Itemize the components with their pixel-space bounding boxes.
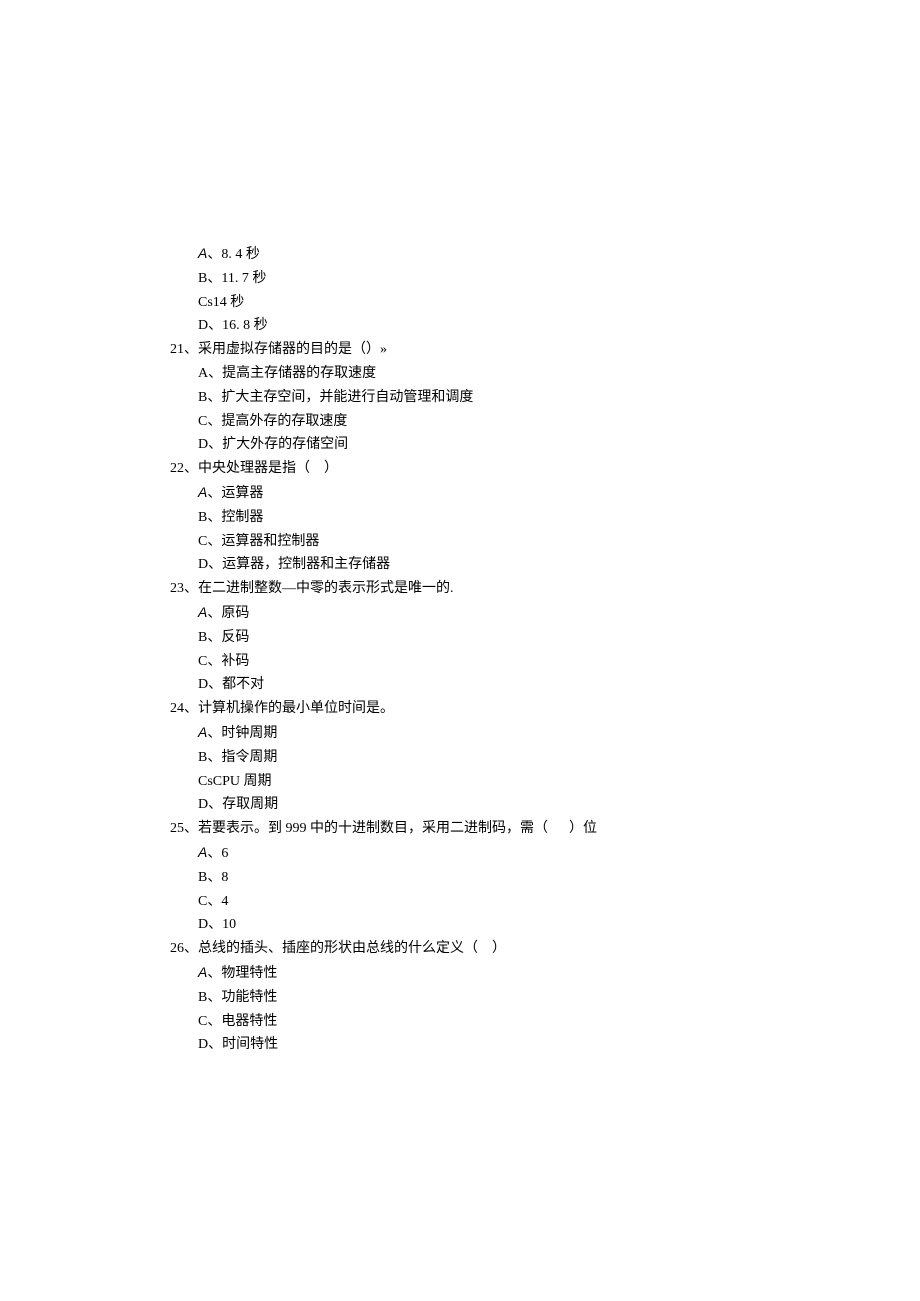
option-line: B、功能特性	[170, 986, 750, 1010]
option-line: Cs14 秒	[170, 291, 750, 315]
option-line: D、10	[170, 913, 750, 937]
text-fragment: 24、计算机操作的最小单位时间是。	[170, 701, 394, 716]
question-line: 25、若要表示。到 999 中的十进制数目，采用二进制码，需（ ）位	[170, 817, 750, 841]
option-line: D、存取周期	[170, 793, 750, 817]
question-line: 23、在二进制整数—中零的表示形式是唯一的.	[170, 577, 750, 601]
text-fragment: A	[198, 484, 207, 500]
text-fragment: C、运算器和控制器	[198, 534, 319, 549]
text-fragment: C、电器特性	[198, 1014, 277, 1029]
option-line: B、反码	[170, 626, 750, 650]
text-fragment: B、8	[198, 870, 228, 885]
option-line: CsCPU 周期	[170, 770, 750, 794]
text-fragment: C、4	[198, 894, 228, 909]
text-fragment: 、物理特性	[207, 966, 277, 981]
text-fragment: B、指令周期	[198, 750, 277, 765]
text-fragment: 、6	[207, 846, 228, 861]
text-fragment: B、反码	[198, 630, 249, 645]
text-fragment: 21、采用虚拟存储器的目的是（）»	[170, 342, 387, 357]
option-line: C、运算器和控制器	[170, 530, 750, 554]
text-fragment: 、时钟周期	[207, 726, 277, 741]
option-line: A、提高主存储器的存取速度	[170, 362, 750, 386]
text-fragment: A	[198, 844, 207, 860]
text-fragment: 、原码	[207, 606, 249, 621]
text-fragment: B、控制器	[198, 510, 263, 525]
text-fragment: Cs14 秒	[198, 295, 244, 310]
text-fragment: D、运算器，控制器和主存储器	[198, 557, 390, 572]
text-fragment: D、存取周期	[198, 797, 278, 812]
text-fragment: D、扩大外存的存储空间	[198, 437, 348, 452]
option-line: A、原码	[170, 601, 750, 626]
option-line: A、6	[170, 841, 750, 866]
option-line: A、8. 4 秒	[170, 242, 750, 267]
text-fragment: D、时间特性	[198, 1037, 278, 1052]
text-fragment: A	[198, 724, 207, 740]
text-fragment: A	[198, 245, 207, 261]
option-line: B、指令周期	[170, 746, 750, 770]
text-fragment: B、功能特性	[198, 990, 277, 1005]
option-line: B、11. 7 秒	[170, 267, 750, 291]
option-line: D、扩大外存的存储空间	[170, 433, 750, 457]
question-line: 21、采用虚拟存储器的目的是（）»	[170, 338, 750, 362]
text-fragment: A、提高主存储器的存取速度	[198, 366, 376, 381]
document-body: A、8. 4 秒B、11. 7 秒Cs14 秒D、16. 8 秒21、采用虚拟存…	[170, 242, 750, 1057]
option-line: C、补码	[170, 650, 750, 674]
text-fragment: D、16. 8 秒	[198, 318, 268, 333]
question-line: 24、计算机操作的最小单位时间是。	[170, 697, 750, 721]
text-fragment: A	[198, 604, 207, 620]
text-fragment: B、扩大主存空间，并能进行自动管理和调度	[198, 390, 473, 405]
question-line: 26、总线的插头、插座的形状由总线的什么定义（ ）	[170, 937, 750, 961]
text-fragment: C、提高外存的存取速度	[198, 414, 347, 429]
text-fragment: D、都不对	[198, 677, 264, 692]
option-line: A、运算器	[170, 481, 750, 506]
text-fragment: 、8. 4 秒	[207, 247, 260, 262]
option-line: A、物理特性	[170, 961, 750, 986]
option-line: B、扩大主存空间，并能进行自动管理和调度	[170, 386, 750, 410]
option-line: B、8	[170, 866, 750, 890]
option-line: C、电器特性	[170, 1010, 750, 1034]
option-line: D、都不对	[170, 673, 750, 697]
text-fragment: CsCPU 周期	[198, 774, 272, 789]
document-page: A、8. 4 秒B、11. 7 秒Cs14 秒D、16. 8 秒21、采用虚拟存…	[0, 0, 920, 1301]
option-line: D、16. 8 秒	[170, 314, 750, 338]
text-fragment: A	[198, 964, 207, 980]
option-line: D、运算器，控制器和主存储器	[170, 553, 750, 577]
text-fragment: D、10	[198, 917, 236, 932]
text-fragment: C、补码	[198, 654, 249, 669]
text-fragment: 22、中央处理器是指（ ）	[170, 461, 338, 476]
option-line: B、控制器	[170, 506, 750, 530]
option-line: A、时钟周期	[170, 721, 750, 746]
text-fragment: 23、在二进制整数—中零的表示形式是唯一的.	[170, 581, 454, 596]
question-line: 22、中央处理器是指（ ）	[170, 457, 750, 481]
option-line: D、时间特性	[170, 1033, 750, 1057]
text-fragment: 26、总线的插头、插座的形状由总线的什么定义（ ）	[170, 941, 506, 956]
text-fragment: B、11. 7 秒	[198, 271, 266, 286]
option-line: C、4	[170, 890, 750, 914]
option-line: C、提高外存的存取速度	[170, 410, 750, 434]
text-fragment: 25、若要表示。到 999 中的十进制数目，采用二进制码，需（ ）位	[170, 821, 597, 836]
text-fragment: 、运算器	[207, 486, 263, 501]
